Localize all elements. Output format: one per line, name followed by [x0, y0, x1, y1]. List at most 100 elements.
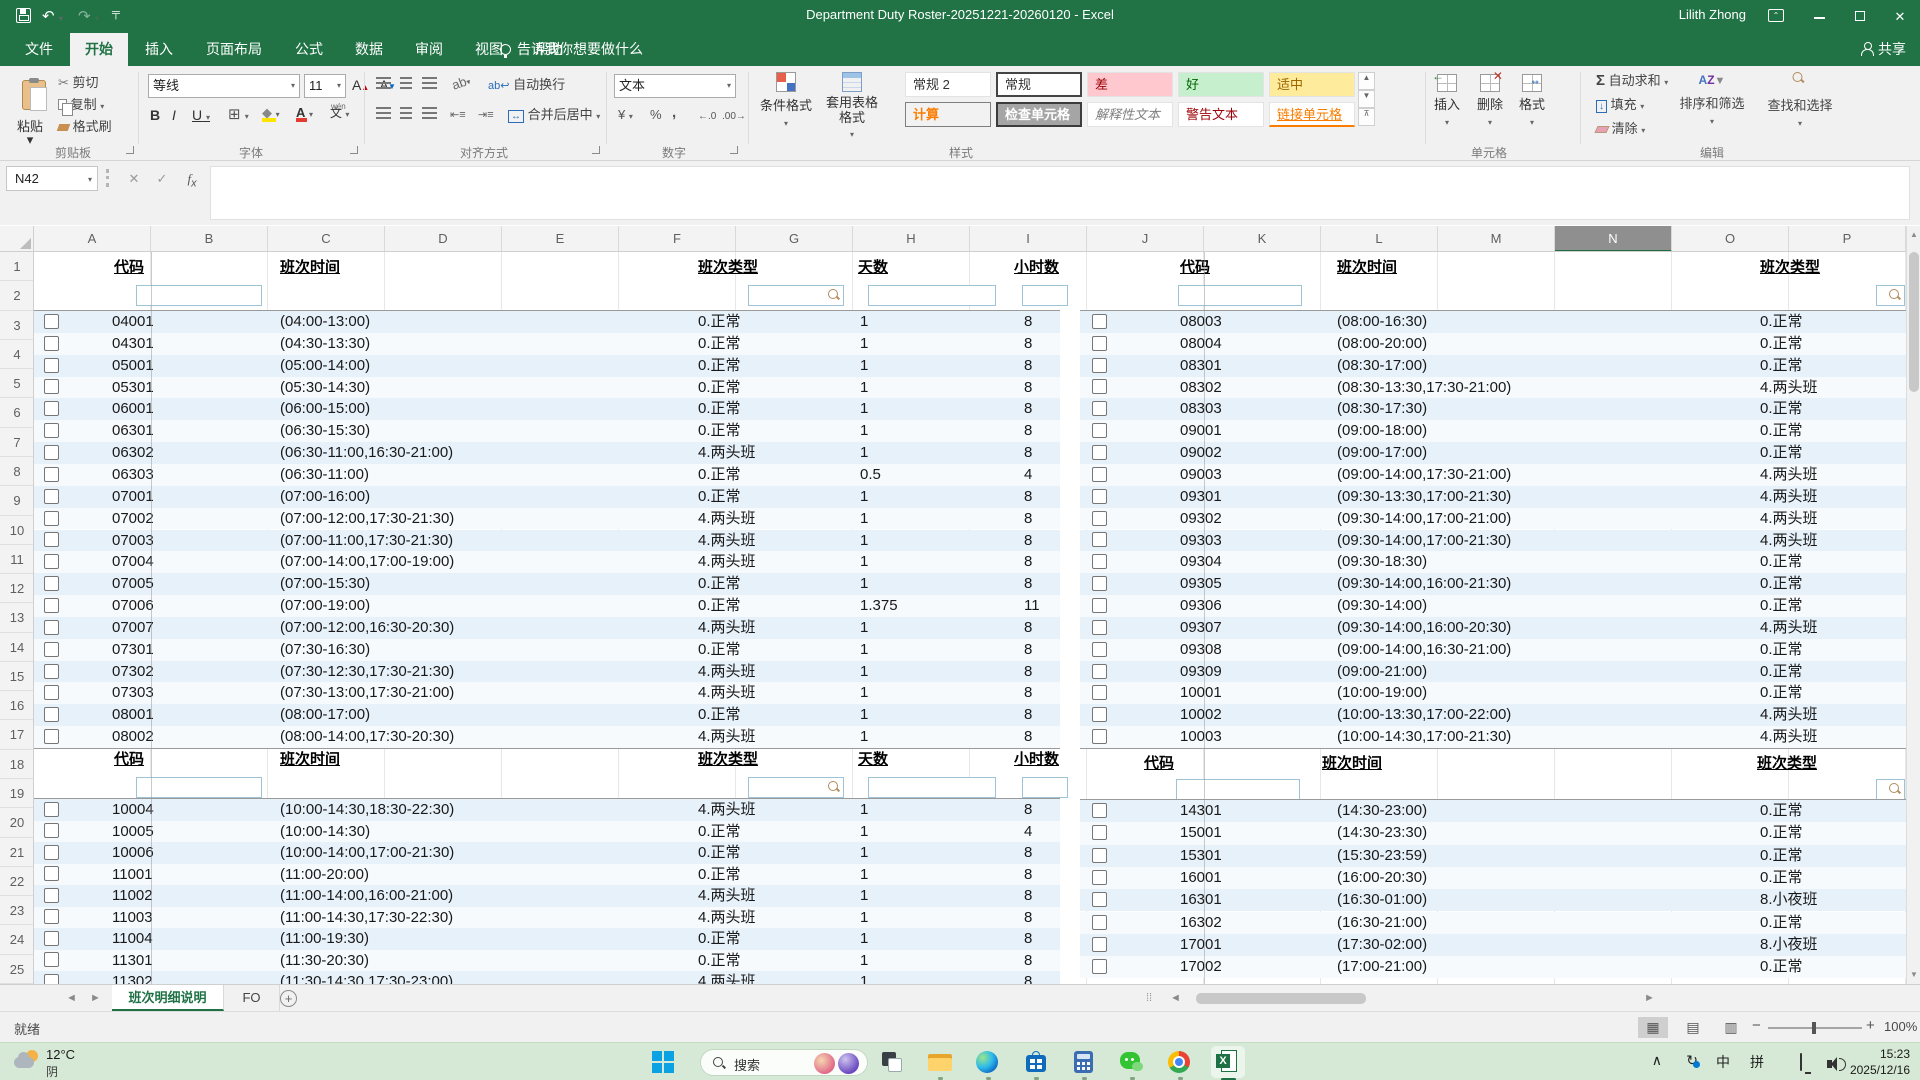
- format-painter-button[interactable]: 格式刷: [58, 118, 112, 136]
- format-cells-button[interactable]: ⇿ 格式▾: [1519, 74, 1545, 128]
- underline-button[interactable]: U ▾: [192, 106, 210, 124]
- row-checkbox[interactable]: [44, 467, 59, 482]
- column-header-C[interactable]: C: [268, 226, 385, 252]
- row-checkbox[interactable]: [1092, 915, 1107, 930]
- column-header-F[interactable]: F: [619, 226, 736, 252]
- row-checkbox[interactable]: [44, 423, 59, 438]
- row-header-17[interactable]: 17: [0, 720, 34, 749]
- zoom-slider[interactable]: [1768, 1027, 1862, 1029]
- comma-style-button[interactable]: ,: [672, 104, 676, 122]
- filter-input[interactable]: [1022, 285, 1068, 306]
- fill-button[interactable]: ↓ 填充 ▾: [1596, 96, 1644, 114]
- column-header-B[interactable]: B: [151, 226, 268, 252]
- row-header-20[interactable]: 20: [0, 808, 34, 837]
- row-checkbox[interactable]: [1092, 314, 1107, 329]
- ime-language-icon[interactable]: 中: [1716, 1052, 1730, 1072]
- column-header-D[interactable]: D: [385, 226, 502, 252]
- row-header-8[interactable]: 8: [0, 457, 34, 486]
- ribbon-tab-1[interactable]: 文件: [10, 33, 68, 66]
- cell-style-3[interactable]: 差: [1087, 72, 1173, 97]
- row-header-13[interactable]: 13: [0, 603, 34, 632]
- row-checkbox[interactable]: [44, 489, 59, 504]
- row-header-25[interactable]: 25: [0, 955, 34, 984]
- minimize-button[interactable]: [1800, 0, 1840, 33]
- row-checkbox[interactable]: [1092, 445, 1107, 460]
- row-checkbox[interactable]: [44, 336, 59, 351]
- row-checkbox[interactable]: [1092, 959, 1107, 974]
- align-top-icon[interactable]: [376, 76, 391, 94]
- row-checkbox[interactable]: [44, 685, 59, 700]
- column-header-N[interactable]: N: [1555, 226, 1672, 252]
- share-button[interactable]: 共享: [1861, 33, 1906, 66]
- row-header-12[interactable]: 12: [0, 574, 34, 603]
- column-header-I[interactable]: I: [970, 226, 1087, 252]
- formula-bar-splitter[interactable]: [106, 169, 109, 187]
- row-checkbox[interactable]: [44, 576, 59, 591]
- delete-cells-button[interactable]: ✕ 删除▾: [1477, 74, 1503, 128]
- row-header-6[interactable]: 6: [0, 398, 34, 427]
- cell-style-9[interactable]: 警告文本: [1178, 102, 1264, 127]
- sheet-tab-1[interactable]: 班次明细说明: [112, 985, 224, 1011]
- tab-split-handle[interactable]: ⁞⁞: [1146, 985, 1152, 1012]
- edge-browser-icon[interactable]: [976, 1050, 1000, 1074]
- row-header-16[interactable]: 16: [0, 691, 34, 720]
- font-family-select[interactable]: 等线▾: [148, 74, 300, 98]
- filter-input[interactable]: [136, 777, 262, 798]
- row-checkbox[interactable]: [1092, 848, 1107, 863]
- align-left-icon[interactable]: [376, 106, 391, 124]
- align-bottom-icon[interactable]: [422, 76, 437, 94]
- filter-input[interactable]: [1178, 285, 1302, 306]
- cell-style-5[interactable]: 适中: [1269, 72, 1355, 97]
- row-checkbox[interactable]: [1092, 598, 1107, 613]
- microsoft-store-icon[interactable]: [1024, 1050, 1048, 1074]
- font-color-button[interactable]: A ▾: [296, 104, 313, 122]
- filter-input[interactable]: [1176, 779, 1300, 800]
- name-box[interactable]: N42▾: [6, 166, 98, 191]
- format-as-table-button[interactable]: 套用表格格式▾: [821, 72, 883, 140]
- insert-cells-button[interactable]: ← 插入▾: [1434, 74, 1460, 128]
- row-checkbox[interactable]: [1092, 423, 1107, 438]
- hscroll-left-icon[interactable]: ◄: [1170, 985, 1181, 1012]
- row-checkbox[interactable]: [44, 642, 59, 657]
- row-checkbox[interactable]: [1092, 576, 1107, 591]
- row-checkbox[interactable]: [1092, 707, 1107, 722]
- row-checkbox[interactable]: [1092, 554, 1107, 569]
- start-button[interactable]: [652, 1051, 674, 1073]
- horizontal-scrollbar[interactable]: [1192, 992, 1638, 1005]
- row-checkbox[interactable]: [44, 952, 59, 967]
- cancel-formula-icon[interactable]: ✕: [122, 166, 146, 191]
- column-header-H[interactable]: H: [853, 226, 970, 252]
- weather-icon[interactable]: [14, 1049, 40, 1075]
- row-checkbox[interactable]: [44, 445, 59, 460]
- row-checkbox[interactable]: [1092, 892, 1107, 907]
- row-checkbox[interactable]: [1092, 358, 1107, 373]
- row-header-7[interactable]: 7: [0, 428, 34, 457]
- autosum-button[interactable]: Σ 自动求和 ▾: [1596, 72, 1668, 90]
- alignment-dialog-launcher-icon[interactable]: [592, 146, 600, 154]
- row-checkbox[interactable]: [44, 888, 59, 903]
- maximize-button[interactable]: [1840, 0, 1880, 33]
- font-dialog-launcher-icon[interactable]: [350, 146, 358, 154]
- task-view-icon[interactable]: [880, 1050, 904, 1074]
- insert-function-icon[interactable]: fx: [180, 166, 204, 191]
- align-center-icon[interactable]: [400, 106, 412, 124]
- row-header-22[interactable]: 22: [0, 867, 34, 896]
- ribbon-tab-4[interactable]: 页面布局: [190, 33, 278, 66]
- ribbon-display-options-icon[interactable]: ⌃: [1760, 0, 1800, 33]
- ribbon-tab-3[interactable]: 插入: [130, 33, 188, 66]
- italic-button[interactable]: I: [172, 106, 176, 124]
- row-checkbox[interactable]: [44, 401, 59, 416]
- vertical-scrollbar-thumb[interactable]: [1909, 252, 1919, 392]
- row-header-19[interactable]: 19: [0, 779, 34, 808]
- align-right-icon[interactable]: [422, 106, 437, 124]
- row-header-9[interactable]: 9: [0, 486, 34, 515]
- column-header-G[interactable]: G: [736, 226, 853, 252]
- row-checkbox[interactable]: [44, 532, 59, 547]
- close-button[interactable]: ✕: [1880, 0, 1920, 33]
- excel-taskbar-icon[interactable]: X: [1216, 1050, 1240, 1074]
- filter-input[interactable]: [748, 777, 844, 798]
- filter-input[interactable]: [1022, 777, 1068, 798]
- row-checkbox[interactable]: [44, 511, 59, 526]
- sheet-canvas[interactable]: 代码班次时间班次类型天数小时数04001(04:00-13:00)0.正常180…: [34, 252, 1906, 984]
- row-checkbox[interactable]: [1092, 729, 1107, 744]
